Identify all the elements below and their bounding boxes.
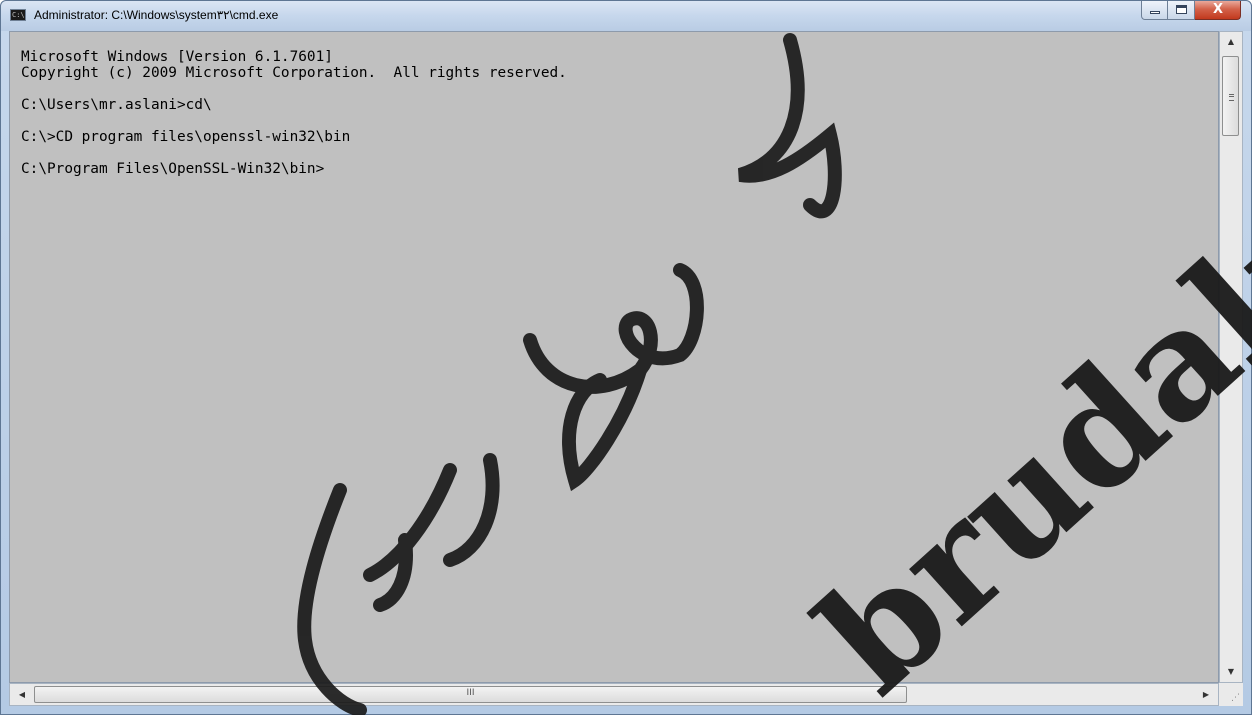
app-icon-label: C:\: [12, 11, 25, 19]
console-area[interactable]: Microsoft Windows [Version 6.1.7601] Copy…: [9, 31, 1219, 683]
size-grip[interactable]: ⋰: [1219, 683, 1243, 706]
close-icon: X: [1212, 2, 1224, 17]
horizontal-scroll-thumb[interactable]: III: [34, 686, 907, 703]
vertical-scroll-thumb[interactable]: [1222, 56, 1239, 136]
window-title: Administrator: C:\Windows\system۳۲\cmd.e…: [34, 8, 279, 22]
caption-buttons: X: [1141, 1, 1241, 21]
scroll-right-icon[interactable]: ▶: [1196, 684, 1216, 705]
console-prompt-line: C:\Program Files\OpenSSL-Win32\bin>: [21, 161, 325, 177]
scroll-up-icon[interactable]: ▲: [1220, 32, 1242, 52]
console-app-icon[interactable]: C:\: [10, 9, 26, 21]
console-line: Copyright (c) 2009 Microsoft Corporation…: [21, 65, 567, 81]
title-bar[interactable]: C:\ Administrator: C:\Windows\system۳۲\c…: [1, 1, 1251, 31]
close-button[interactable]: X: [1195, 1, 1241, 20]
maximize-button[interactable]: [1168, 1, 1195, 20]
grip-icon: [1229, 94, 1234, 101]
minimize-button[interactable]: [1141, 1, 1168, 20]
vertical-scrollbar[interactable]: ▲ ▼: [1219, 31, 1243, 683]
console-line: C:\>CD program files\openssl-win32\bin: [21, 129, 351, 145]
resize-grip-icon: ⋰: [1231, 693, 1240, 703]
minimize-icon: [1150, 11, 1160, 14]
console-line: Microsoft Windows [Version 6.1.7601]: [21, 49, 333, 65]
maximize-icon: [1176, 5, 1187, 14]
scroll-left-icon[interactable]: ◀: [12, 684, 32, 705]
console-line: C:\Users\mr.aslani>cd\: [21, 97, 212, 113]
scroll-down-icon[interactable]: ▼: [1220, 662, 1242, 682]
cmd-window: C:\ Administrator: C:\Windows\system۳۲\c…: [0, 0, 1252, 715]
horizontal-scrollbar[interactable]: ◀ III ▶: [9, 683, 1219, 706]
console-output: Microsoft Windows [Version 6.1.7601] Copy…: [21, 49, 567, 177]
